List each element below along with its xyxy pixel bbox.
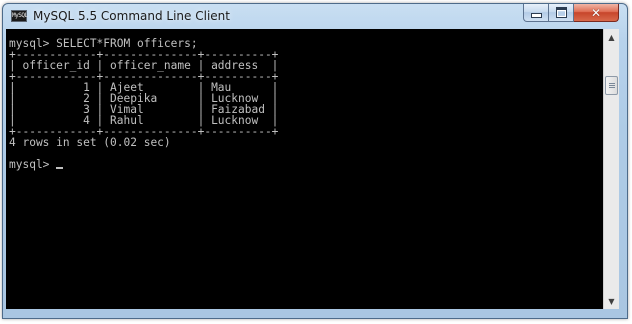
minimize-button[interactable] [523,4,549,22]
grip-line [608,87,615,88]
maximize-icon [555,7,567,18]
prompt-line[interactable]: mysql> [9,158,64,171]
close-button[interactable]: ✕ [574,4,619,22]
vertical-scrollbar[interactable]: ▲ ▼ [603,29,619,309]
result-summary: 4 rows in set (0.02 sec) [9,136,171,149]
window-title: MySQL 5.5 Command Line Client [33,9,230,23]
maximize-button[interactable] [549,4,574,22]
minimize-icon [530,13,542,18]
mysql-app-icon[interactable]: MySQL [11,10,28,22]
console-area[interactable]: mysql> SELECT*FROM officers; +----------… [6,29,603,309]
scroll-down-icon[interactable]: ▼ [604,293,619,309]
grip-line [608,83,615,84]
mysql-prompt: mysql> [9,158,57,171]
title-bar[interactable]: MySQL MySQL 5.5 Command Line Client ✕ [3,4,627,30]
scroll-up-icon[interactable]: ▲ [604,29,619,45]
grip-line [608,85,615,86]
scroll-thumb[interactable] [605,76,618,95]
close-icon: ✕ [590,5,602,20]
console-output: mysql> SELECT*FROM officers; +----------… [9,38,278,170]
text-cursor [56,167,64,169]
